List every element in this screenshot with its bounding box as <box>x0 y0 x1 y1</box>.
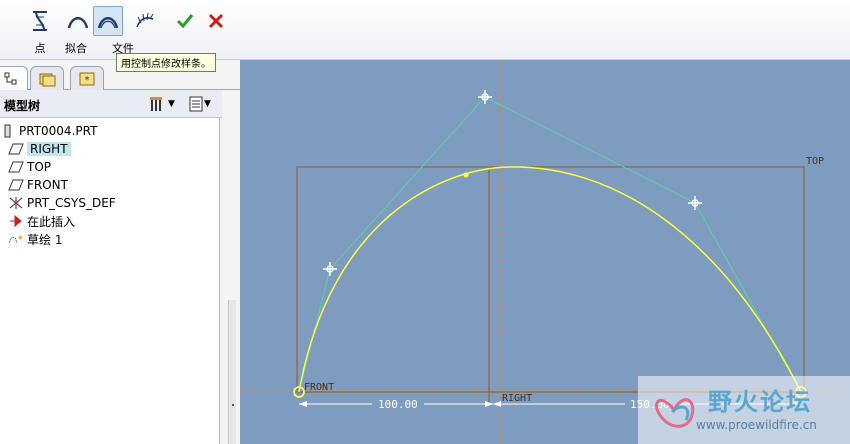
chevron-down-icon: ▼ <box>204 99 211 109</box>
fit-tool-button[interactable] <box>63 6 93 36</box>
tree-item-sketch[interactable]: 草绘 1 <box>8 230 62 248</box>
tree-item-csys[interactable]: PRT_CSYS_DEF <box>8 194 116 212</box>
spline-fit-icon <box>67 17 89 29</box>
svg-text:*: * <box>85 75 90 86</box>
close-icon <box>208 13 224 29</box>
chevron-down-icon: ▼ <box>168 99 175 109</box>
model-tree-title: 模型树 <box>4 99 41 113</box>
datum-plane-icon <box>8 178 24 192</box>
spline-point-icon <box>33 11 47 31</box>
sketch-toolbar: 点 拟合 文件 <box>0 0 850 60</box>
watermark: 野火论坛 www.proewildfire.cn <box>638 376 850 444</box>
tooltip: 用控制点修改样条。 <box>116 53 216 72</box>
control-polygon <box>298 96 802 393</box>
tree-item-right[interactable]: RIGHT <box>8 140 71 158</box>
panel-sash[interactable] <box>228 300 236 444</box>
model-tree-header: 模型树 ▼ ▼ <box>0 90 222 118</box>
datum-plane-icon <box>8 142 24 156</box>
cancel-button[interactable] <box>201 6 231 36</box>
datum-plane-icon <box>8 160 24 174</box>
csys-icon <box>8 196 24 210</box>
datum-label-top: TOP <box>806 156 824 167</box>
tree-item-label: RIGHT <box>27 142 71 156</box>
spline-point[interactable] <box>463 172 469 178</box>
control-points[interactable] <box>323 90 702 276</box>
tree-item-label: 在此插入 <box>27 214 76 229</box>
tree-item-front[interactable]: FRONT <box>8 176 68 194</box>
tree-item-label: PRT0004.PRT <box>19 124 98 138</box>
model-tree: PRT0004.PRT RIGHT TOP FRONT PRT_CSYS_DEF <box>0 118 220 444</box>
favorites-icon: * <box>79 72 95 86</box>
tree-item-label: FRONT <box>27 178 68 192</box>
curvature-tool-button[interactable] <box>130 6 160 36</box>
dimension-value-1[interactable]: 100.00 <box>378 398 418 411</box>
sketch-icon <box>8 232 24 246</box>
tree-item-part[interactable]: PRT0004.PRT <box>0 122 97 140</box>
tools-icon <box>150 97 162 111</box>
tree-show-button[interactable]: ▼ <box>188 95 211 113</box>
watermark-title: 野火论坛 <box>708 388 812 416</box>
spline-curve[interactable] <box>298 166 802 393</box>
tree-item-label: TOP <box>27 160 52 174</box>
spline-file-icon <box>97 17 119 29</box>
watermark-logo-icon <box>655 398 695 428</box>
list-icon <box>189 96 203 112</box>
part-icon <box>0 124 16 138</box>
tree-settings-button[interactable]: ▼ <box>148 95 175 113</box>
tree-icon <box>4 72 17 84</box>
tree-item-label: 草绘 1 <box>27 232 63 247</box>
point-tool-button[interactable] <box>25 6 55 36</box>
fit-tool-label: 拟合 <box>65 42 87 55</box>
tree-item-top[interactable]: TOP <box>8 158 51 176</box>
tab-folder-browser[interactable] <box>30 66 64 90</box>
tab-model-tree[interactable] <box>0 66 28 90</box>
folder-icon <box>39 73 56 86</box>
tab-favorites[interactable]: * <box>70 66 104 90</box>
sash-grip <box>232 404 234 406</box>
file-tool-button[interactable] <box>93 6 123 36</box>
datum-label-front: FRONT <box>304 382 334 393</box>
datum-label-right: RIGHT <box>502 393 532 404</box>
watermark-url: www.proewildfire.cn <box>696 418 817 432</box>
tree-item-label: PRT_CSYS_DEF <box>27 196 116 210</box>
checkmark-icon <box>176 14 194 29</box>
navigator-panel: * 模型树 ▼ ▼ PRT0004.PRT RIGHT TOP FRONT PR… <box>0 60 240 444</box>
tree-item-insert-here[interactable]: 在此插入 <box>8 212 75 230</box>
accept-button[interactable] <box>170 6 200 36</box>
curvature-analysis-icon <box>136 12 154 28</box>
insert-arrow-icon <box>8 214 24 228</box>
point-tool-label: 点 <box>34 42 46 55</box>
